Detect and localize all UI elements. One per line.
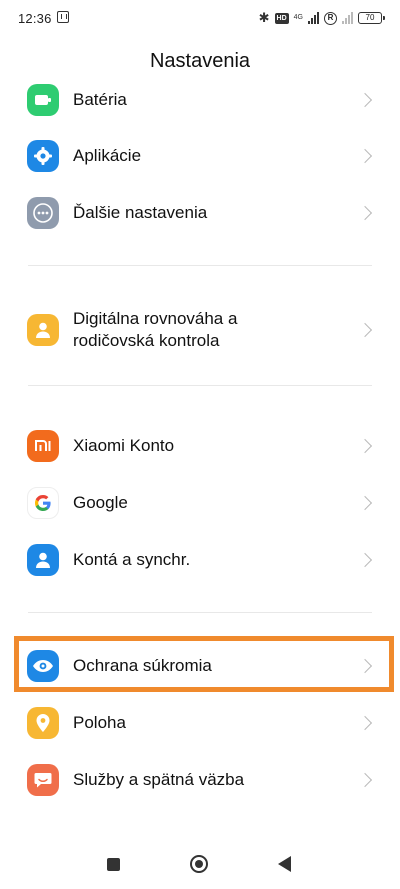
bluetooth-icon: ✱ [258,10,270,25]
section-divider [28,265,372,266]
chevron-right-icon [357,92,373,108]
settings-item-label: Ďalšie nastavenia [73,203,208,222]
gear-icon [27,140,59,172]
page-title: Nastavenia [149,50,251,72]
volte-badge: HD [274,12,289,24]
battery-icon [27,84,59,116]
chevron-right-icon [357,772,373,788]
chevron-right-icon [357,495,373,511]
google-icon [27,487,59,519]
network-type-label: 4G [293,14,303,21]
status-bar: 12:36 ✱ HD 4G R 70 [0,0,400,36]
section-divider [28,385,372,386]
more-dots-icon [27,197,59,229]
settings-item-label: Batéria [73,90,127,109]
settings-item-location[interactable]: Poloha [0,701,400,745]
battery-indicator: 70 [358,12,385,24]
nfc-icon [57,11,69,23]
feedback-icon [27,764,59,796]
roaming-icon: R [324,11,337,25]
chevron-right-icon [357,205,373,221]
settings-item-label: Poloha [73,713,126,732]
recents-icon[interactable] [107,858,120,871]
signal-icon [308,12,319,24]
chevron-right-icon [357,322,373,338]
settings-item-digital-wellbeing[interactable]: Digitálna rovnováha a rodičovská kontrol… [0,305,400,355]
chevron-right-icon [357,438,373,454]
settings-item-label: Aplikácie [73,146,142,165]
person-icon [27,314,59,346]
location-pin-icon [27,707,59,739]
settings-item-more-settings[interactable]: Ďalšie nastavenia [0,191,400,235]
chevron-right-icon [357,148,373,164]
signal-secondary-icon [342,12,353,24]
settings-item-google[interactable]: Google [0,481,400,525]
chevron-right-icon [357,715,373,731]
highlight-frame [14,636,394,692]
section-divider [28,612,372,613]
settings-item-label: Digitálna rovnováha a rodičovská kontrol… [73,309,238,350]
mi-logo-icon [27,430,59,462]
settings-item-label: Google [73,493,128,512]
settings-item-services-feedback[interactable]: Služby a spätná väzba [0,758,400,802]
settings-item-apps[interactable]: Aplikácie [0,134,400,178]
settings-item-battery[interactable]: Batéria [0,78,400,122]
chevron-right-icon [357,552,373,568]
account-icon [27,544,59,576]
settings-item-label: Služby a spätná väzba [73,770,245,789]
back-icon[interactable] [278,856,291,872]
navigation-bar [0,840,400,885]
settings-item-accounts-sync[interactable]: Kontá a synchr. [0,538,400,582]
settings-item-xiaomi-account[interactable]: Xiaomi Konto [0,424,400,468]
settings-item-label: Kontá a synchr. [73,550,191,569]
home-icon[interactable] [190,855,208,873]
status-time: 12:36 [18,11,52,26]
settings-item-label: Xiaomi Konto [73,436,175,455]
